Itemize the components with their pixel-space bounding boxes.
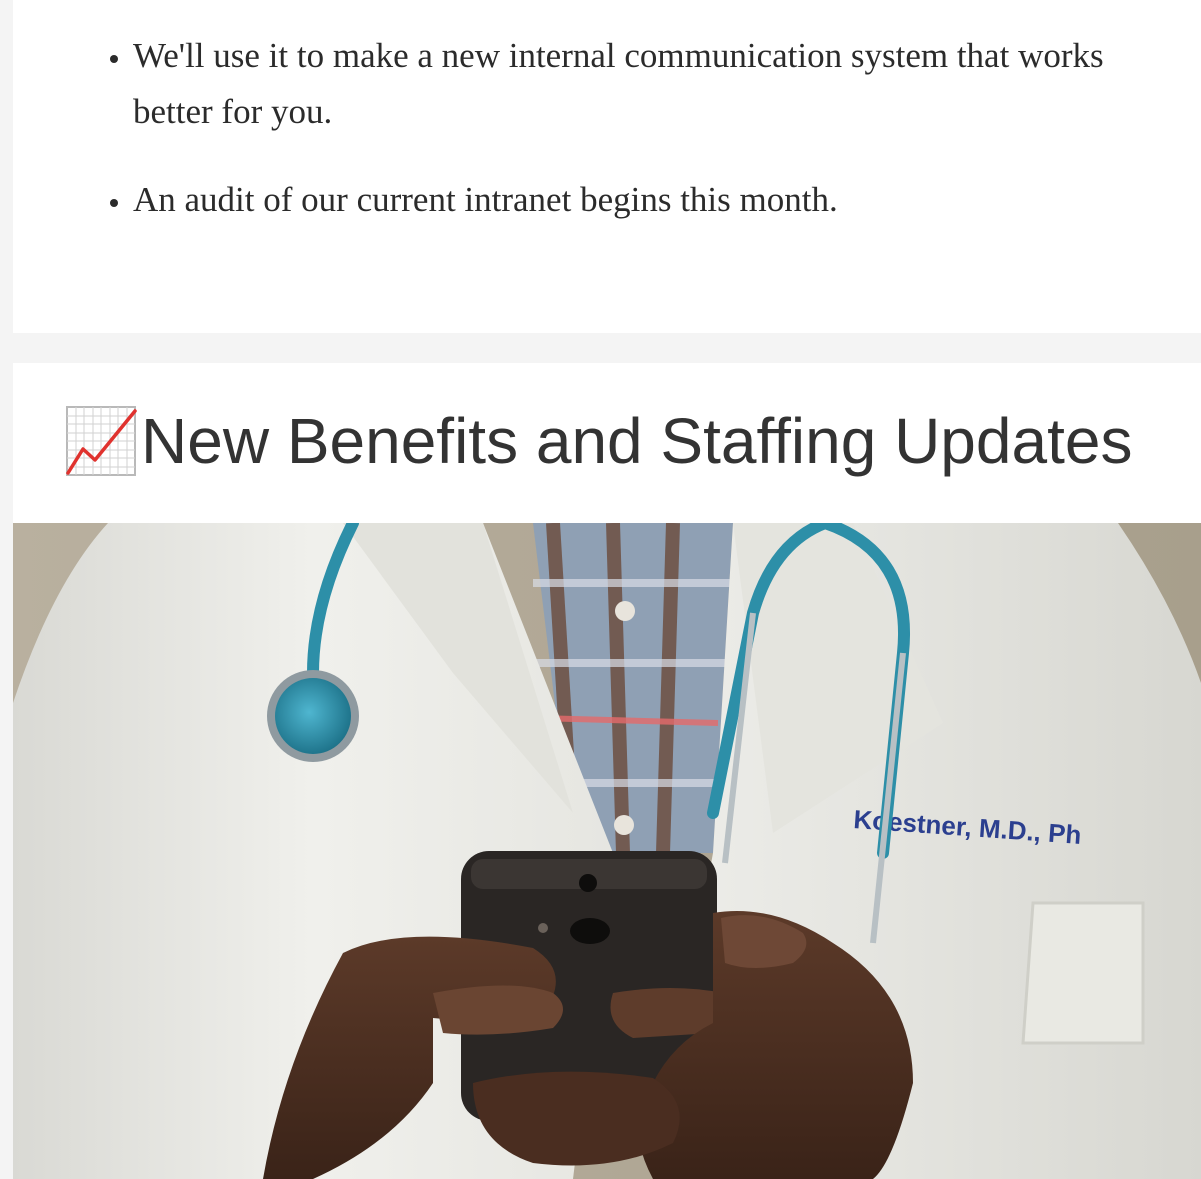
bullet-item: An audit of our current intranet begins … [133,172,1153,228]
bullet-list: We'll use it to make a new internal comm… [133,28,1153,260]
benefits-card: New Benefits and Staffing Updates Koestn… [13,363,1201,1179]
section-title: New Benefits and Staffing Updates [141,405,1133,477]
section-heading: New Benefits and Staffing Updates [65,401,1132,481]
bullet-item: We'll use it to make a new internal comm… [133,28,1153,140]
doctor-with-phone-photo: Koestner, M.D., Ph [13,523,1201,1179]
chart-increasing-icon [66,406,137,476]
intro-card: We'll use it to make a new internal comm… [13,0,1201,333]
